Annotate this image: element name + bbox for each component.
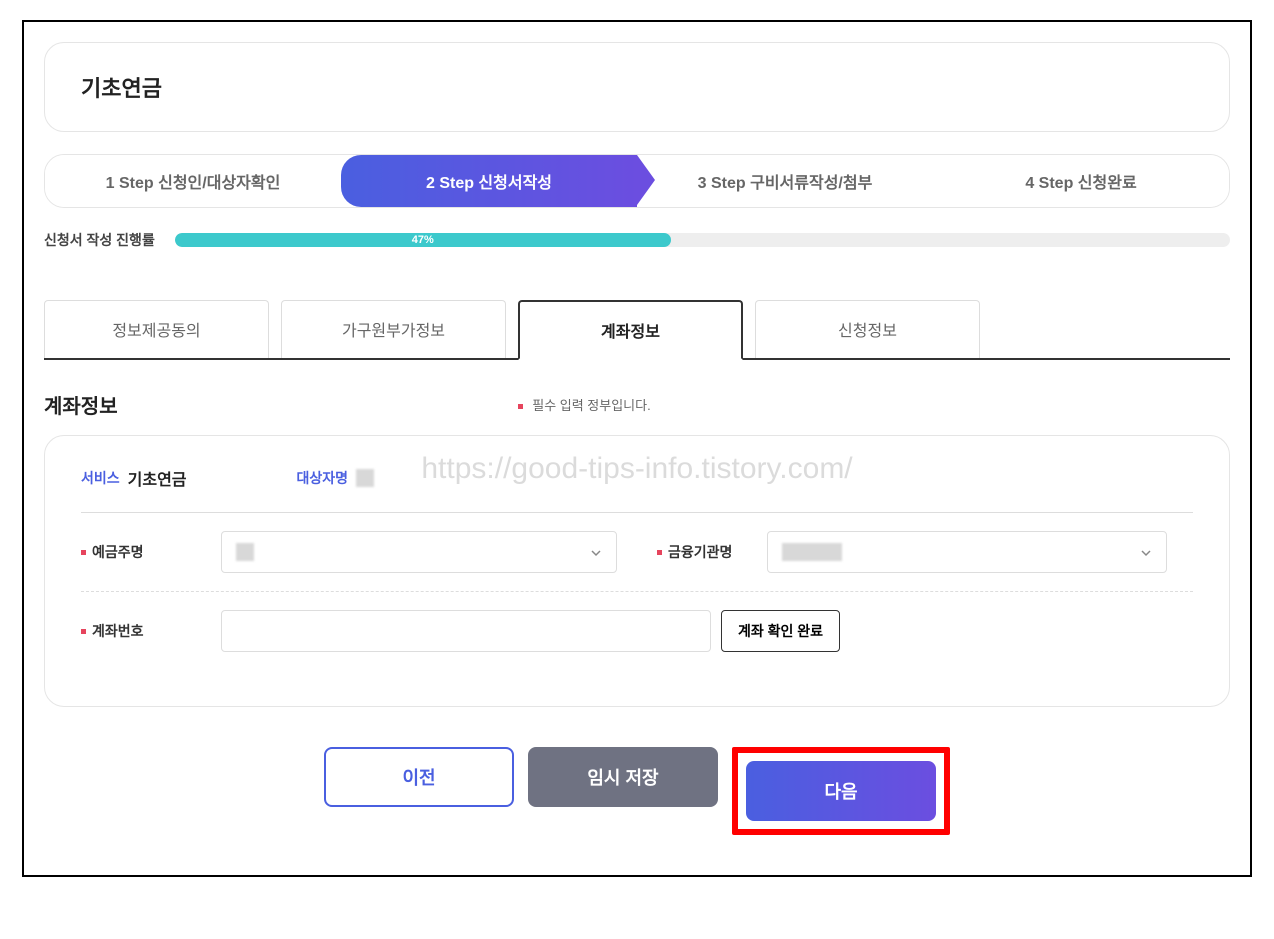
field-holder: 예금주명: [81, 531, 617, 573]
account-form-card: 서비스 기초연금 대상자명 예금주명: [44, 435, 1230, 707]
prev-button[interactable]: 이전: [324, 747, 514, 807]
next-button-highlight: 다음: [732, 747, 950, 835]
step-label: 1 Step 신청인/대상자확인: [106, 175, 281, 192]
bank-value-redacted: [782, 543, 842, 561]
form-top-info: 서비스 기초연금 대상자명: [81, 466, 1193, 513]
account-label-text: 계좌번호: [92, 621, 144, 641]
steps-progress: 1 Step 신청인/대상자확인 2 Step 신청서작성 3 Step 구비서…: [44, 154, 1230, 208]
chevron-down-icon: [590, 546, 602, 558]
tabs: 정보제공동의 가구원부가정보 계좌정보 신청정보: [44, 300, 1230, 360]
required-dot-icon: [81, 629, 86, 634]
verify-account-button[interactable]: 계좌 확인 완료: [721, 610, 840, 652]
title-box: 기초연금: [44, 42, 1230, 132]
required-note: 필수 입력 정부입니다.: [518, 395, 651, 414]
section-title: 계좌정보: [44, 390, 118, 419]
tab-label: 신청정보: [838, 323, 897, 340]
step-2[interactable]: 2 Step 신청서작성: [341, 155, 637, 207]
tab-application-info[interactable]: 신청정보: [755, 300, 980, 358]
holder-label-text: 예금주명: [92, 542, 144, 562]
progress-bar-fill: 47%: [175, 233, 671, 247]
page-title: 기초연금: [81, 71, 1193, 103]
account-label: 계좌번호: [81, 621, 221, 641]
holder-label: 예금주명: [81, 542, 221, 562]
required-dot-icon: [518, 404, 523, 409]
progress-label: 신청서 작성 진행률: [44, 230, 155, 250]
save-button[interactable]: 임시 저장: [528, 747, 718, 807]
progress-bar: 47%: [175, 233, 1230, 247]
progress-row: 신청서 작성 진행률 47%: [44, 230, 1230, 250]
field-bank: 금융기관명: [657, 531, 1193, 573]
next-button-label: 다음: [824, 778, 857, 804]
tab-household-info[interactable]: 가구원부가정보: [281, 300, 506, 358]
account-number-input[interactable]: [221, 610, 711, 652]
section-headline: 계좌정보 필수 입력 정부입니다.: [44, 390, 1230, 419]
required-dot-icon: [657, 550, 662, 555]
tab-account-info[interactable]: 계좌정보: [518, 300, 743, 360]
progress-percent: 47%: [412, 234, 434, 246]
tab-label: 정보제공동의: [112, 323, 200, 340]
save-button-label: 임시 저장: [587, 764, 658, 790]
target-label: 대상자명: [297, 468, 349, 488]
step-1[interactable]: 1 Step 신청인/대상자확인: [45, 155, 341, 207]
target-name-redacted: [356, 469, 374, 487]
service-label: 서비스: [81, 468, 120, 488]
tab-label: 가구원부가정보: [342, 323, 445, 340]
holder-value-redacted: [236, 543, 254, 561]
holder-select[interactable]: [221, 531, 617, 573]
step-label: 4 Step 신청완료: [1025, 175, 1136, 192]
step-label: 2 Step 신청서작성: [426, 175, 552, 192]
verify-button-label: 계좌 확인 완료: [738, 623, 823, 639]
service-value: 기초연금: [128, 466, 187, 490]
form-row-account: 계좌번호 계좌 확인 완료: [81, 592, 1193, 670]
page-wrapper: 기초연금 1 Step 신청인/대상자확인 2 Step 신청서작성 3 Ste…: [22, 20, 1252, 877]
required-note-text: 필수 입력 정부입니다.: [532, 398, 650, 413]
tab-label: 계좌정보: [601, 324, 660, 341]
chevron-down-icon: [1140, 546, 1152, 558]
tab-info-consent[interactable]: 정보제공동의: [44, 300, 269, 358]
required-dot-icon: [81, 550, 86, 555]
bank-select[interactable]: [767, 531, 1167, 573]
button-row: 이전 임시 저장 다음: [44, 747, 1230, 835]
prev-button-label: 이전: [402, 764, 435, 790]
step-3[interactable]: 3 Step 구비서류작성/첨부: [637, 155, 933, 207]
step-4[interactable]: 4 Step 신청완료: [933, 155, 1229, 207]
bank-label-text: 금융기관명: [668, 542, 732, 562]
step-label: 3 Step 구비서류작성/첨부: [698, 175, 873, 192]
form-row-holder-bank: 예금주명 금융기관명: [81, 513, 1193, 592]
bank-label: 금융기관명: [657, 542, 767, 562]
next-button[interactable]: 다음: [746, 761, 936, 821]
